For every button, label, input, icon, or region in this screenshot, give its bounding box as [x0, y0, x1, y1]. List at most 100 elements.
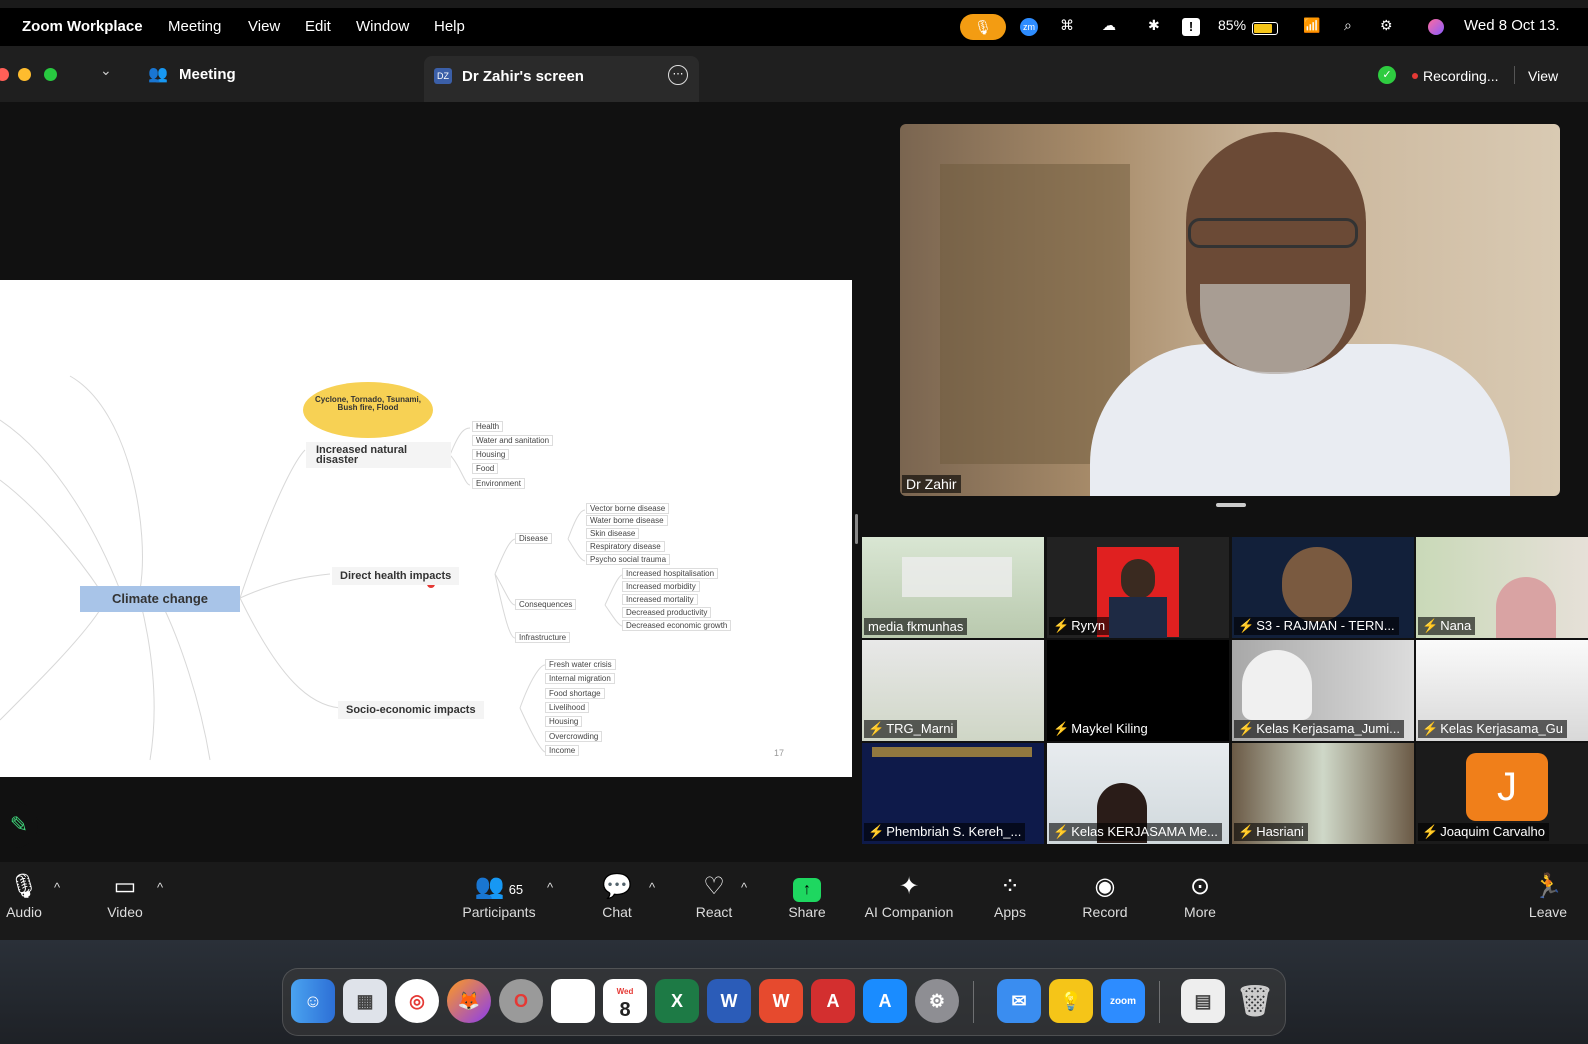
react-button[interactable]: ♡ React	[692, 872, 736, 920]
participant-tile[interactable]: ⚡ Ryryn	[1047, 537, 1229, 638]
audio-label: Audio	[6, 904, 42, 920]
opera-icon[interactable]: O	[499, 979, 543, 1023]
mic-in-use-icon[interactable]: 🎙	[960, 14, 1006, 40]
menu-view[interactable]: View	[248, 18, 280, 35]
menu-window[interactable]: Window	[356, 18, 409, 35]
share-button[interactable]: ↑ Share	[784, 872, 830, 920]
view-button[interactable]: View	[1528, 68, 1558, 84]
mail-icon[interactable]: ✉	[997, 979, 1041, 1023]
participant-name-text: Nana	[1440, 618, 1472, 633]
menu-edit[interactable]: Edit	[305, 18, 331, 35]
chevron-down-icon[interactable]: ⌄	[100, 62, 112, 79]
more-options-icon[interactable]: ⋯	[668, 65, 688, 85]
bluetooth-icon[interactable]: ✱	[1148, 17, 1160, 34]
leave-button[interactable]: 🏃 Leave	[1526, 872, 1570, 920]
chat-options-caret-icon[interactable]: ^	[649, 880, 655, 895]
search-icon[interactable]: ⌕	[1344, 17, 1352, 34]
participant-tile[interactable]: J ⚡ Joaquim Carvalho	[1416, 743, 1588, 844]
calendar-date: 8	[619, 999, 631, 1021]
participant-tile[interactable]: ⚡ S3 - RAJMAN - TERN...	[1232, 537, 1414, 638]
participant-tile[interactable]: ⚡ Phembriah S. Kereh_...	[862, 743, 1044, 844]
participant-tile[interactable]: ⚡ Kelas Kerjasama_Jumi...	[1232, 640, 1414, 741]
video-label: Video	[107, 904, 143, 920]
participant-tile[interactable]: ⚡ Hasriani	[1232, 743, 1414, 844]
maximize-window-button[interactable]	[44, 68, 57, 81]
participant-tile[interactable]: ⚡ Nana	[1416, 537, 1588, 638]
video-button[interactable]: ▭ Video	[100, 872, 150, 920]
calendar-icon[interactable]: Wed 8	[603, 979, 647, 1023]
speaker-video[interactable]: Dr Zahir	[900, 124, 1560, 496]
react-options-caret-icon[interactable]: ^	[741, 880, 747, 895]
acrobat-icon[interactable]: A	[811, 979, 855, 1023]
wps-icon[interactable]: W	[759, 979, 803, 1023]
mindmap-leaf: Water and sanitation	[472, 435, 554, 446]
zoom-status-icon[interactable]: zm	[1020, 18, 1038, 36]
audio-button[interactable]: 🎙 Audio	[2, 872, 46, 920]
participant-tile[interactable]: ⚡ Maykel Kiling	[1047, 640, 1229, 741]
mindmap-leaf: Housing	[472, 449, 510, 460]
word-icon[interactable]: W	[707, 979, 751, 1023]
participant-tile[interactable]: ⚡ Kelas Kerjasama_Gu	[1416, 640, 1588, 741]
close-window-button[interactable]	[0, 68, 9, 81]
zoom-title-bar: ⌄ 👥 Meeting DZ Dr Zahir's screen ⋯ ✓ Rec…	[0, 46, 1588, 103]
excel-icon[interactable]: X	[655, 979, 699, 1023]
participant-tile[interactable]: ⚡ Kelas KERJASAMA Me...	[1047, 743, 1229, 844]
speaker-resize-handle[interactable]	[1216, 503, 1246, 507]
tips-icon[interactable]: 💡	[1049, 979, 1093, 1023]
mindmap-branch-health: Direct health impacts	[332, 567, 460, 585]
control-center-icon[interactable]: ⚙	[1380, 17, 1393, 34]
ai-companion-button[interactable]: ✦ AI Companion	[862, 872, 956, 920]
mindmap-leaf: Health	[472, 421, 504, 432]
siri-icon[interactable]	[1428, 19, 1444, 35]
participant-tile[interactable]: ⚡ TRG_Marni	[862, 640, 1044, 741]
alert-icon[interactable]: !	[1182, 18, 1200, 36]
participant-name-text: Joaquim Carvalho	[1440, 824, 1545, 839]
script-icon[interactable]: ⌘	[1060, 17, 1074, 34]
mindmap-leaf: Livelihood	[545, 702, 590, 713]
wifi-icon[interactable]: 📶	[1303, 17, 1320, 34]
photos-icon[interactable]: ✿	[551, 979, 595, 1023]
audio-options-caret-icon[interactable]: ^	[54, 880, 60, 895]
leave-icon: 🏃	[1533, 873, 1563, 900]
apps-button[interactable]: ⁘ Apps	[990, 872, 1030, 920]
recording-status[interactable]: Recording...	[1423, 68, 1498, 84]
document-preview-icon[interactable]: ▤	[1181, 979, 1225, 1023]
meeting-tab-label[interactable]: Meeting	[179, 66, 236, 83]
shared-slide[interactable]: Cyclone, Tornado, Tsunami, Bush fire, Fl…	[0, 280, 852, 777]
record-button[interactable]: ◉ Record	[1080, 872, 1130, 920]
participant-name: ⚡ TRG_Marni	[864, 720, 958, 738]
launchpad-icon[interactable]: ▦	[343, 979, 387, 1023]
tab-shared-screen[interactable]: DZ Dr Zahir's screen ⋯	[424, 56, 699, 102]
muted-mic-icon: ⚡	[1238, 618, 1255, 633]
app-store-icon[interactable]: A	[863, 979, 907, 1023]
more-button[interactable]: ⊙ More	[1178, 872, 1222, 920]
menu-bar: Zoom Workplace Meeting View Edit Window …	[0, 8, 1588, 46]
participants-button[interactable]: 👥 65 Participants	[456, 872, 542, 920]
trash-icon[interactable]: 🗑	[1233, 979, 1277, 1023]
participants-label: Participants	[462, 904, 536, 920]
battery-icon[interactable]	[1252, 22, 1278, 35]
chrome-icon[interactable]: ◎	[395, 979, 439, 1023]
chat-button[interactable]: 💬 Chat	[597, 872, 637, 920]
meeting-toolbar: 🎙 Audio ^ ▭ Video ^ 👥 65 Participants ^ 💬…	[0, 862, 1588, 940]
mindmap-root: Climate change	[80, 586, 240, 612]
menu-help[interactable]: Help	[434, 18, 465, 35]
apps-label: Apps	[994, 904, 1026, 920]
firefox-icon[interactable]: 🦊	[447, 979, 491, 1023]
menubar-clock[interactable]: Wed 8 Oct 13.	[1464, 17, 1560, 34]
finder-icon[interactable]: ☺	[291, 979, 335, 1023]
shield-icon[interactable]: ✓	[1378, 66, 1396, 84]
participant-tile[interactable]: media fkmunhas	[862, 537, 1044, 638]
tile-face	[1121, 559, 1155, 599]
video-options-caret-icon[interactable]: ^	[157, 880, 163, 895]
mindmap-leaf: Housing	[545, 716, 583, 727]
menu-meeting[interactable]: Meeting	[168, 18, 221, 35]
zoom-icon[interactable]: zoom	[1101, 979, 1145, 1023]
app-menu[interactable]: Zoom Workplace	[22, 18, 143, 35]
participants-options-caret-icon[interactable]: ^	[547, 880, 553, 895]
resize-handle[interactable]	[855, 514, 858, 544]
cloud-icon[interactable]: ☁	[1102, 17, 1116, 34]
minimize-window-button[interactable]	[18, 68, 31, 81]
settings-icon[interactable]: ⚙	[915, 979, 959, 1023]
annotate-pencil-icon[interactable]: ✎	[0, 802, 38, 848]
